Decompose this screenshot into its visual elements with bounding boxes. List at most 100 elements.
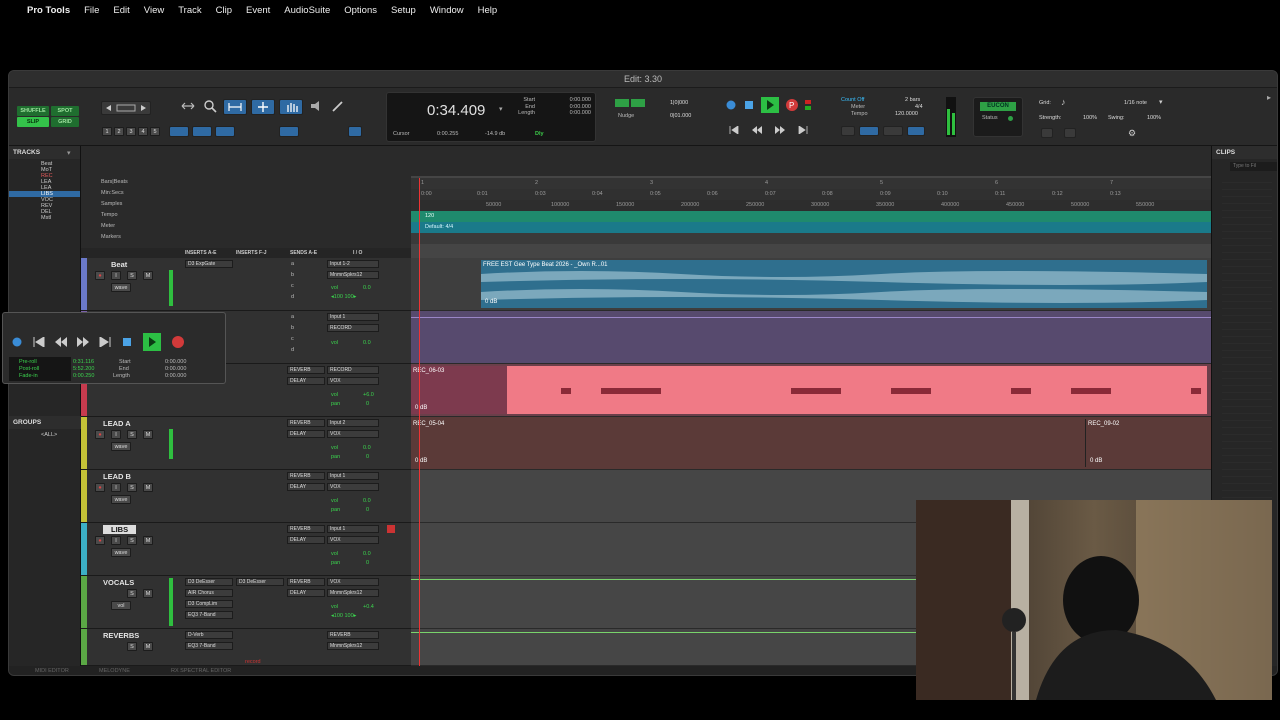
online-icon[interactable]	[725, 99, 737, 111]
solo-button[interactable]: S	[127, 430, 137, 439]
grid-note-value[interactable]: 1/16 note	[1124, 100, 1147, 107]
float-end-value[interactable]: 0:00.000	[165, 366, 186, 373]
insertion-follows-icon[interactable]	[238, 126, 258, 137]
record-enable-button[interactable]: ●	[95, 483, 105, 492]
menu-edit[interactable]: Edit	[113, 5, 129, 16]
input-monitor-button[interactable]: I	[111, 430, 121, 439]
insert-slot-a[interactable]: D-Verb	[185, 631, 233, 639]
insert-slot-b[interactable]: EQ3 7-Band	[185, 642, 233, 650]
midi-editor-tab[interactable]: MIDI EDITOR	[35, 666, 69, 675]
smart-tool-icon[interactable]	[279, 126, 299, 137]
menu-audiosuite[interactable]: AudioSuite	[284, 5, 330, 16]
wait-for-note-icon[interactable]	[841, 126, 855, 136]
rewind-icon[interactable]	[55, 337, 67, 347]
clip-gain[interactable]: 0 dB	[415, 458, 427, 464]
grid-lines-toggle[interactable]	[631, 99, 645, 107]
return-to-zero-icon[interactable]	[33, 337, 45, 347]
grabber-tool-icon[interactable]	[279, 99, 303, 115]
meter-ruler[interactable]: Default: 4/4	[411, 222, 1211, 233]
send-slot-a[interactable]: REVERB	[287, 525, 325, 533]
track-name[interactable]: LEAD B	[103, 472, 131, 481]
swing-value[interactable]: 100%	[1147, 115, 1161, 122]
audio-clip-selected[interactable]: REC_06-03 0 dB	[411, 366, 1207, 414]
pan-value[interactable]: 0	[366, 560, 369, 567]
solo-button[interactable]: S	[127, 536, 137, 545]
trim-tool-icon[interactable]	[179, 99, 197, 115]
input-selector[interactable]: RECORD	[327, 366, 379, 374]
output-selector[interactable]: VOX	[327, 377, 379, 385]
shuffle-mode-button[interactable]: SHUFFLE	[17, 106, 49, 116]
record-enable-button[interactable]: ●	[95, 430, 105, 439]
zoomer-tool-icon[interactable]	[201, 99, 219, 115]
insert-slot-c[interactable]: D3 CompLim	[185, 600, 233, 608]
send-slot-b[interactable]: DELAY	[287, 430, 325, 438]
main-counter-value[interactable]: 0:34.409	[427, 102, 485, 119]
view-selector[interactable]: wave	[111, 442, 131, 451]
playhead[interactable]	[419, 178, 420, 666]
tracks-panel-menu-icon[interactable]: ▾	[67, 149, 71, 157]
menu-file[interactable]: File	[84, 5, 99, 16]
fast-forward-icon[interactable]	[775, 126, 785, 134]
audio-clip[interactable]: FREE EST Gee Type Beat 2026 - _Own R...0…	[481, 260, 1207, 308]
record-enable-button[interactable]: ●	[95, 536, 105, 545]
input-selector[interactable]: Input 1	[327, 313, 379, 321]
send-slot-a[interactable]: REVERB	[287, 419, 325, 427]
send-slot-a[interactable]: REVERB	[287, 366, 325, 374]
volume-value[interactable]: 0.0	[363, 551, 371, 558]
postroll-value[interactable]: 5:52.200	[73, 366, 94, 373]
mute-button[interactable]: M	[143, 589, 153, 598]
commands-focus-icon[interactable]	[348, 126, 362, 137]
track-lane-lead-a[interactable]: REC_05-04 0 dB REC_09-02 0 dB	[411, 417, 1211, 470]
fast-forward-icon[interactable]	[77, 337, 89, 347]
track-list-item[interactable]: Mstl	[9, 215, 80, 221]
zoom-controls[interactable]	[101, 101, 151, 115]
mute-button[interactable]: M	[143, 536, 153, 545]
stop-icon[interactable]	[121, 336, 133, 348]
send-slot-b[interactable]: DELAY	[287, 536, 325, 544]
delay-comp-indicator[interactable]: Dly	[535, 131, 544, 138]
conductor-icon[interactable]	[907, 126, 925, 136]
track-name[interactable]: LEAD A	[103, 419, 131, 428]
output-selector[interactable]: MnmnSpkrs12	[327, 271, 379, 279]
track-lane-beat[interactable]: FREE EST Gee Type Beat 2026 - _Own R...0…	[411, 258, 1211, 311]
input-quantize-icon[interactable]	[1064, 128, 1076, 138]
zoom-preset-1[interactable]: 1	[102, 127, 112, 136]
melodyne-tab[interactable]: MELODYNE	[99, 666, 130, 675]
solo-button[interactable]: S	[127, 483, 137, 492]
input-selector[interactable]: VOX	[327, 578, 379, 586]
link-timeline-icon[interactable]	[192, 126, 212, 137]
zoom-preset-3[interactable]: 3	[126, 127, 136, 136]
floating-transport-window[interactable]: Pre-roll Post-roll Fade-in 0:31.116 5:52…	[2, 312, 226, 384]
view-selector[interactable]: wave	[111, 495, 131, 504]
zoom-preset-2[interactable]: 2	[114, 127, 124, 136]
nudge-value[interactable]: 0|01.000	[670, 113, 691, 120]
rewind-icon[interactable]	[752, 126, 762, 134]
clips-search-input[interactable]: Type to Fil	[1230, 162, 1277, 171]
clips-list[interactable]	[1222, 176, 1272, 536]
track-name-selected[interactable]: LIBS	[103, 525, 137, 534]
output-selector[interactable]: RECORD	[327, 324, 379, 332]
bars-beats-ruler[interactable]: 1 2 3 4 5 6 7	[411, 178, 1211, 189]
rx-spectral-editor-tab[interactable]: RX SPECTRAL EDITOR	[171, 666, 231, 675]
insert-slot-d[interactable]: EQ3 7-Band	[185, 611, 233, 619]
selector-tool-icon[interactable]	[251, 99, 275, 115]
volume-automation-line[interactable]	[411, 317, 1211, 318]
mute-button[interactable]: M	[143, 271, 153, 280]
input-selector[interactable]: REVERB	[327, 631, 379, 639]
mute-button[interactable]: M	[143, 430, 153, 439]
fadein-value[interactable]: 0:00.250	[73, 373, 94, 380]
menu-event[interactable]: Event	[246, 5, 270, 16]
preroll-value[interactable]: 0:31.116	[73, 359, 94, 366]
volume-value[interactable]: 0.0	[363, 285, 371, 292]
input-selector[interactable]: Input 1-2	[327, 260, 379, 268]
output-selector[interactable]: VOX	[327, 483, 379, 491]
send-slot-b[interactable]: DELAY	[287, 483, 325, 491]
solo-button[interactable]: S	[127, 271, 137, 280]
groups-all[interactable]: <ALL>	[41, 432, 57, 438]
input-selector[interactable]: Input 1	[327, 472, 379, 480]
solo-button[interactable]: S	[127, 589, 137, 598]
keyboard-focus-icon[interactable]	[325, 126, 345, 137]
view-selector[interactable]: wave	[111, 283, 131, 292]
scrubber-tool-icon[interactable]	[307, 99, 325, 115]
strength-value[interactable]: 100%	[1083, 115, 1097, 122]
